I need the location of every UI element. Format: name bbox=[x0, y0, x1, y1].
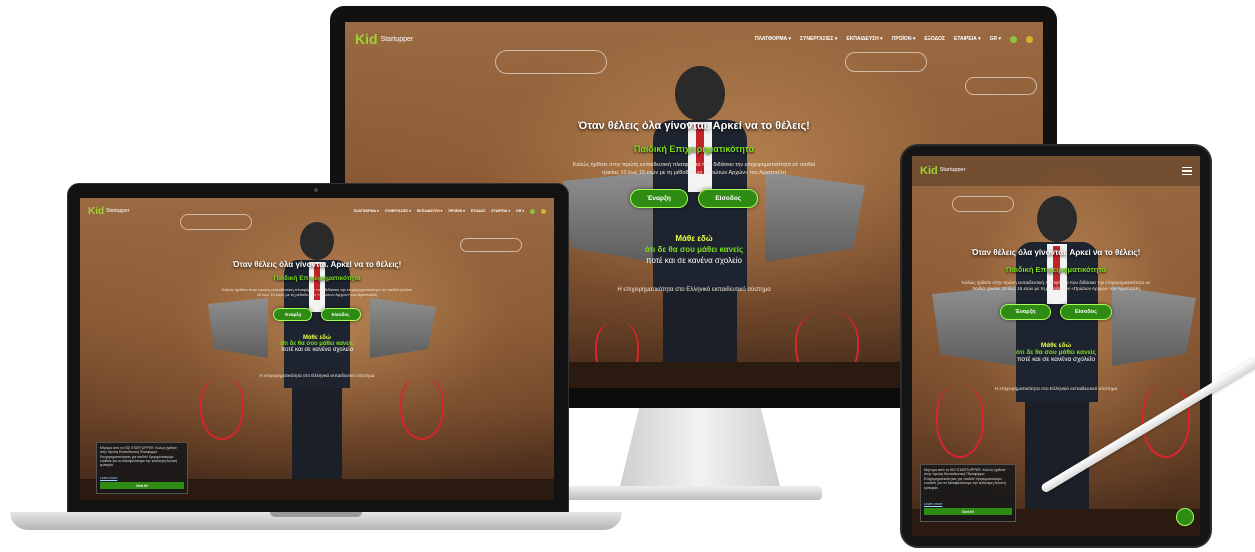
kid-figure-head bbox=[675, 66, 725, 121]
cookie-text: Μήνυμα από το KID STARTUPPER. Καλώς ήρθα… bbox=[100, 446, 178, 467]
nav-item-platform[interactable]: ΠΛΑΤΦΟΡΜΑ ▾ bbox=[755, 36, 791, 42]
nav-item-exit[interactable]: ΕΞΟΔΟΣ bbox=[924, 36, 945, 42]
start-button[interactable]: Έναρξη bbox=[1000, 303, 1051, 320]
hero-title: Όταν θέλεις όλα γίνονται. Αρκεί να το θέ… bbox=[578, 120, 810, 132]
nav-item-education[interactable]: ΕΚΠΑΙΔΕΥΣΗ ▾ bbox=[417, 209, 442, 213]
social-icon[interactable] bbox=[530, 208, 535, 214]
social-icon[interactable] bbox=[1010, 35, 1017, 43]
kid-figure-head bbox=[300, 222, 334, 260]
cookie-learn-more-link[interactable]: Learn more bbox=[100, 476, 184, 480]
start-button[interactable]: Έναρξη bbox=[629, 189, 688, 209]
start-button[interactable]: Έναρξη bbox=[273, 307, 313, 321]
hero-title: Όταν θέλεις όλα γίνονται. Αρκεί να το θέ… bbox=[232, 260, 402, 269]
nav-item-product[interactable]: ΠΡΟΪΟΝ ▾ bbox=[892, 36, 916, 42]
social-icon[interactable] bbox=[541, 208, 546, 214]
hamburger-menu-icon[interactable] bbox=[1182, 165, 1192, 178]
cookie-notice: Μήνυμα από το KID STARTUPPER. Καλώς ήρθα… bbox=[96, 442, 188, 494]
kid-figure-legs bbox=[292, 388, 342, 488]
chat-bubble-icon[interactable] bbox=[1176, 508, 1194, 526]
nav-item-exit[interactable]: ΕΞΟΔΟΣ bbox=[471, 209, 485, 213]
nav-item-company[interactable]: ΕΤΑΙΡΕΙΑ ▾ bbox=[491, 209, 510, 213]
learn-line-3: ποτέ και σε κανένα σχολείο bbox=[281, 346, 353, 353]
nav-item-product[interactable]: ΠΡΟΪΟΝ ▾ bbox=[448, 209, 465, 213]
cookie-text: Μήνυμα από το KID STARTUPPER. Καλώς ήρθα… bbox=[924, 468, 1006, 490]
desktop-stand-neck bbox=[620, 408, 780, 486]
learn-line-2: ότι δε θα σου μάθει κανείς bbox=[1016, 348, 1096, 356]
logo-kid-text: Kid bbox=[88, 205, 105, 217]
nav-item-company[interactable]: ΕΤΑΙΡΕΙΑ ▾ bbox=[954, 36, 981, 42]
flame-left bbox=[200, 378, 244, 440]
hero-subtitle: Παιδική Επιχειρηματικότητα bbox=[273, 275, 361, 282]
laptop-notch bbox=[270, 512, 362, 517]
login-button[interactable]: Είσοδος bbox=[1059, 303, 1112, 320]
hero-title: Όταν θέλεις όλα γίνονται. Αρκεί να το θέ… bbox=[971, 248, 1141, 257]
hero-subtitle: Παιδική Επιχειρηματικότητα bbox=[1005, 265, 1107, 274]
footer-tagline: Η επιχειρηματικότητα στο Ελληνικό εκπαιδ… bbox=[259, 372, 375, 378]
login-button[interactable]: Είσοδος bbox=[320, 307, 361, 321]
nav-item-education[interactable]: ΕΚΠΑΙΔΕΥΣΗ ▾ bbox=[846, 36, 882, 42]
logo-sub-text: Startupper bbox=[939, 167, 966, 174]
site-logo[interactable]: Kid Startupper bbox=[920, 165, 965, 177]
desktop-stand-base bbox=[560, 486, 822, 500]
hero-description: Καλώς ήρθατε στην πρώτη εκπαιδευτική πλα… bbox=[961, 280, 1151, 292]
cookie-learn-more-link[interactable]: Learn more bbox=[924, 502, 1012, 506]
logo-sub-text: Startupper bbox=[380, 35, 414, 43]
main-nav: ΠΛΑΤΦΟΡΜΑ ▾ ΣΥΝΕΡΓΑΣΙΕΣ ▾ ΕΚΠΑΙΔΕΥΣΗ ▾ Π… bbox=[755, 35, 1033, 43]
social-icon[interactable] bbox=[1026, 35, 1033, 43]
flame-right bbox=[400, 378, 444, 440]
footer-tagline: Η επιχειρηματικότητα στο Ελληνικό εκπαιδ… bbox=[994, 386, 1118, 392]
hero-description: Καλώς ήρθατε στην πρώτη εκπαιδευτική πλα… bbox=[572, 162, 816, 176]
main-nav: ΠΛΑΤΦΟΡΜΑ ▾ ΣΥΝΕΡΓΑΣΙΕΣ ▾ ΕΚΠΑΙΔΕΥΣΗ ▾ Π… bbox=[354, 208, 546, 214]
cookie-notice: Μήνυμα από το KID STARTUPPER. Καλώς ήρθα… bbox=[920, 464, 1016, 522]
login-button[interactable]: Είσοδος bbox=[698, 189, 759, 209]
learn-line-3: ποτέ και σε κανένα σχολείο bbox=[1017, 355, 1095, 363]
laptop-camera bbox=[314, 188, 318, 192]
cookie-accept-button[interactable]: Got it! bbox=[924, 508, 1012, 515]
laptop-screen: Kid Startupper ΠΛΑΤΦΟΡΜΑ ▾ ΣΥΝΕΡΓΑΣΙΕΣ ▾… bbox=[80, 198, 554, 500]
kid-figure-head bbox=[1037, 196, 1077, 242]
logo-kid-text: Kid bbox=[920, 165, 938, 177]
site-logo[interactable]: Kid Startupper bbox=[355, 31, 413, 47]
nav-item-language[interactable]: GR ▾ bbox=[516, 209, 524, 213]
flame-left bbox=[936, 386, 984, 458]
nav-item-partnerships[interactable]: ΣΥΝΕΡΓΑΣΙΕΣ ▾ bbox=[800, 36, 837, 42]
learn-line-1: Μάθε εδώ bbox=[1040, 341, 1072, 349]
logo-sub-text: Startupper bbox=[106, 207, 130, 214]
cookie-accept-button[interactable]: Got it! bbox=[100, 482, 184, 489]
nav-item-partnerships[interactable]: ΣΥΝΕΡΓΑΣΙΕΣ ▾ bbox=[385, 209, 411, 213]
logo-kid-text: Kid bbox=[355, 31, 378, 47]
site-logo[interactable]: Kid Startupper bbox=[88, 206, 129, 217]
hero-description: Καλώς ήρθατε στην πρώτη εκπαιδευτική πλα… bbox=[222, 287, 412, 298]
nav-item-language[interactable]: GR ▾ bbox=[990, 36, 1001, 42]
nav-item-platform[interactable]: ΠΛΑΤΦΟΡΜΑ ▾ bbox=[354, 209, 379, 213]
